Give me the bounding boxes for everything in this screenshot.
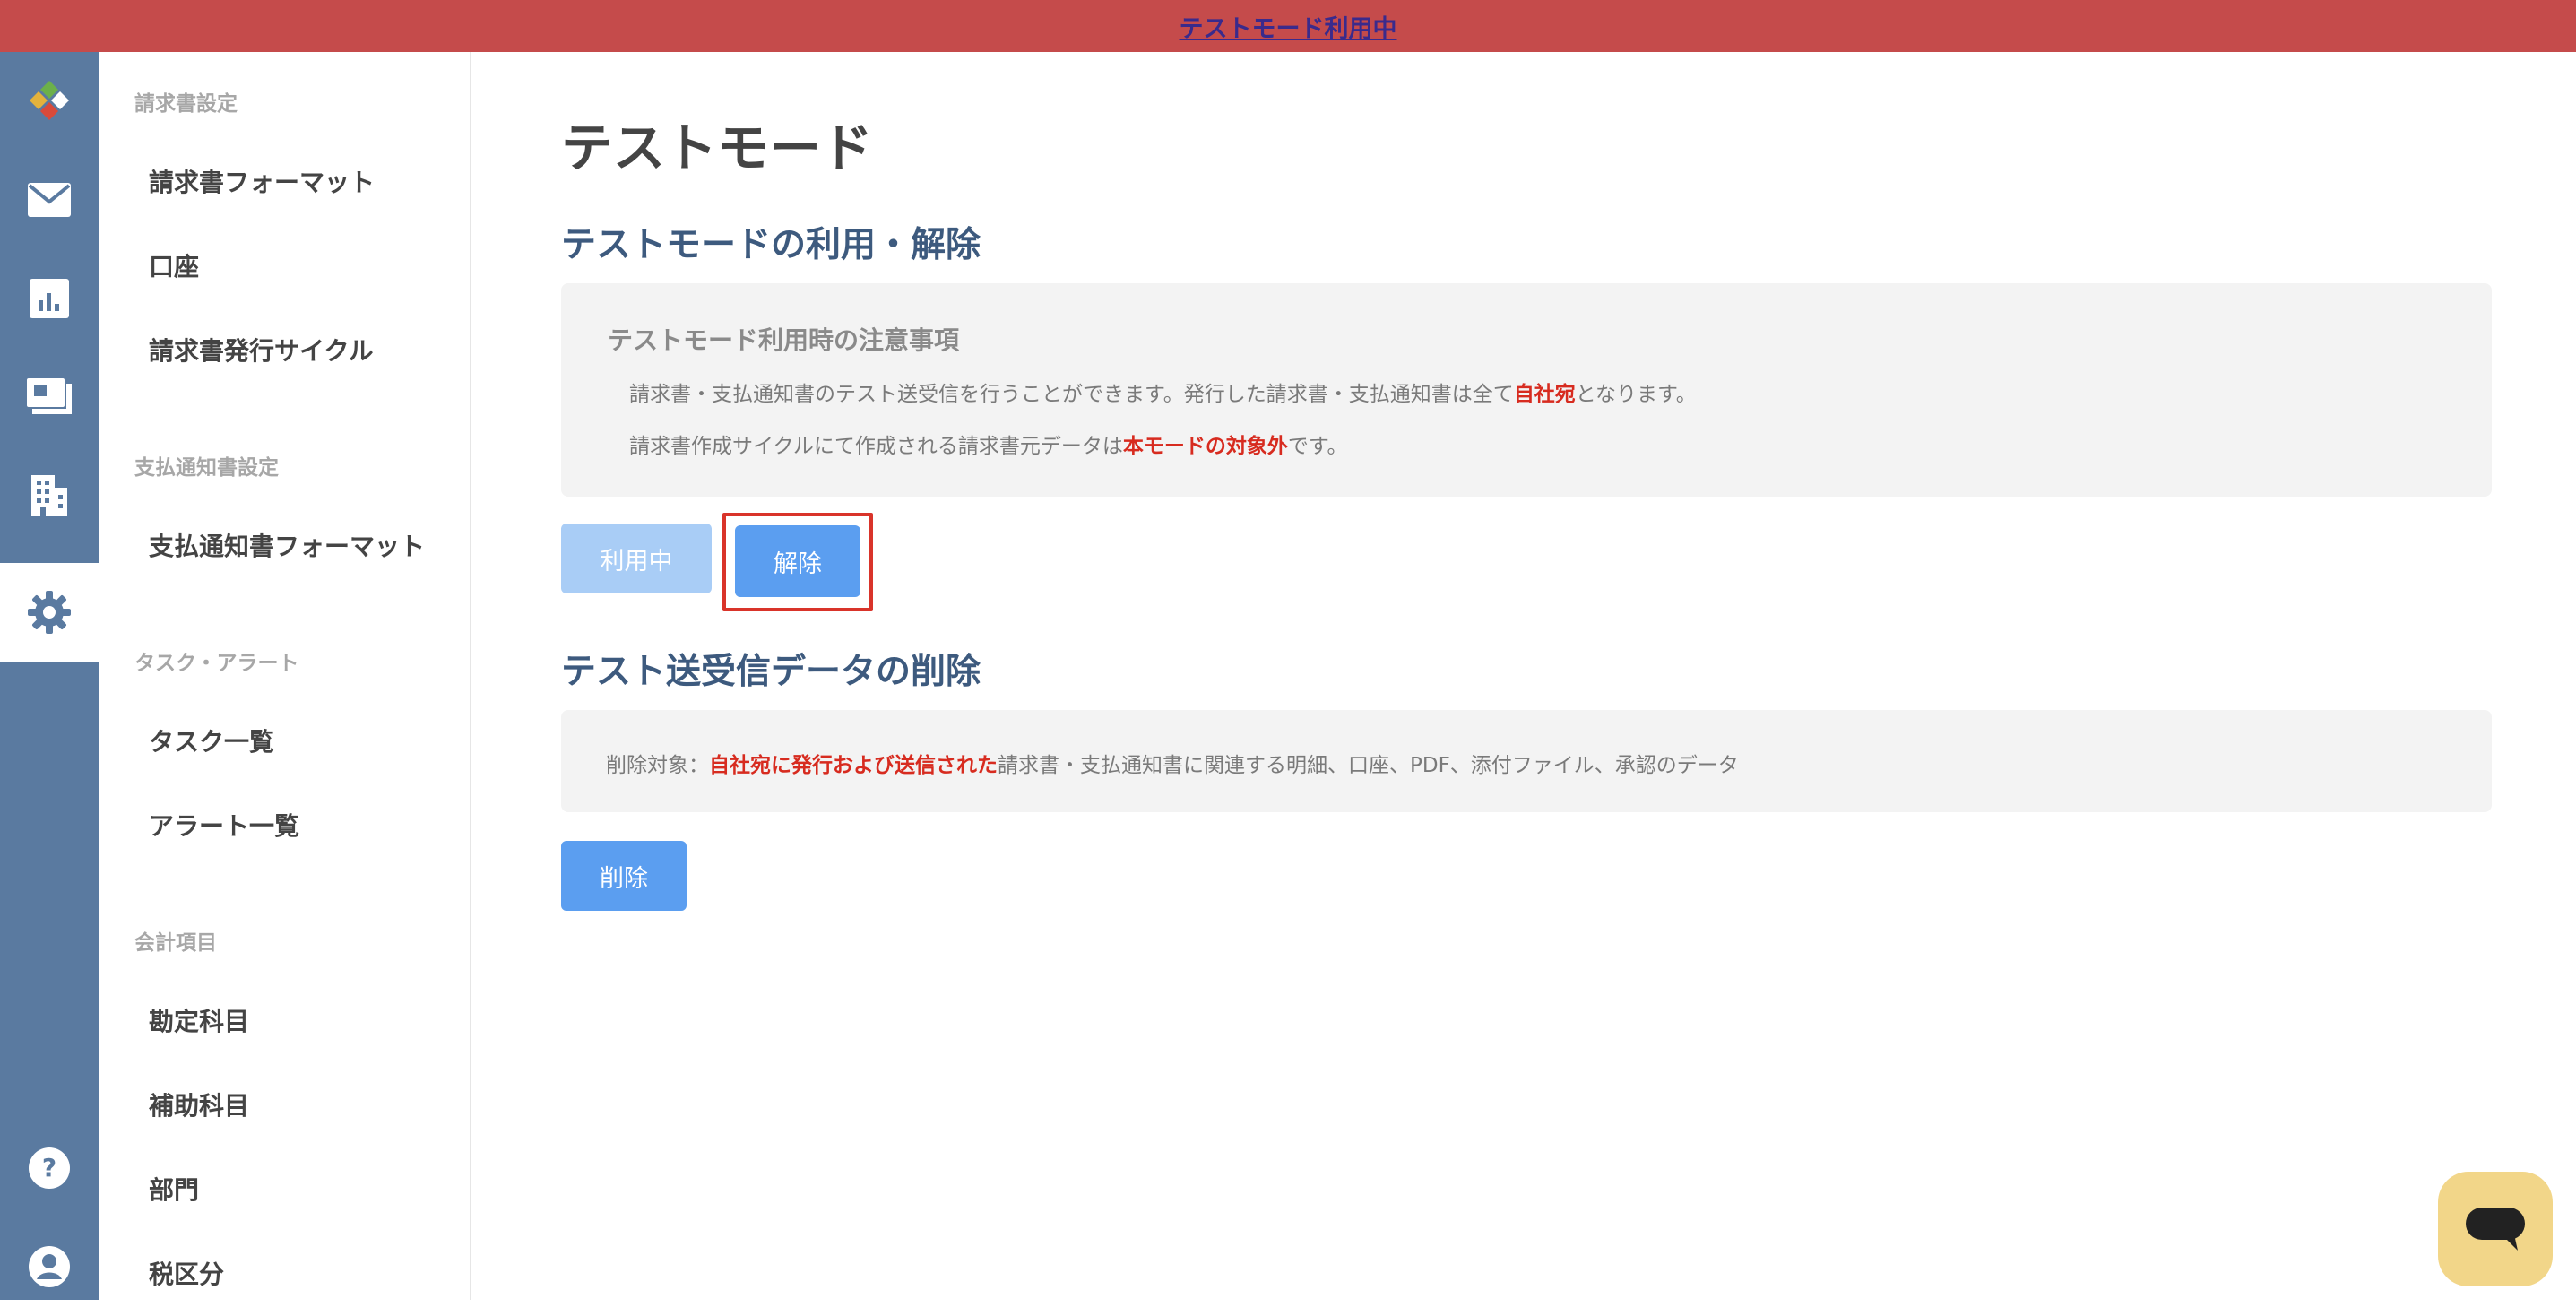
menu-item-tax-categories[interactable]: 税区分 — [149, 1255, 224, 1291]
rail-item-settings[interactable] — [0, 563, 99, 662]
delete-target-panel: 削除対象：自社宛に発行および送信された請求書・支払通知書に関連する明細、口座、P… — [561, 710, 2492, 812]
gear-icon — [28, 591, 71, 634]
mail-icon — [28, 183, 71, 217]
menu-item-task-list[interactable]: タスク一覧 — [149, 723, 274, 758]
invoice-icon — [27, 378, 72, 414]
menu-section-tasks-alerts: タスク・アラート — [134, 652, 299, 675]
notice-line-1-emphasis: 自社宛 — [1513, 383, 1576, 406]
release-button[interactable]: 解除 — [735, 525, 860, 597]
test-mode-banner-link[interactable]: テストモード利用中 — [1180, 9, 1397, 44]
notice-line-1-end: となります。 — [1575, 383, 1697, 406]
notice-line-2-end: です。 — [1287, 435, 1348, 458]
section-heading-delete-test-data: テスト送受信データの削除 — [561, 652, 981, 692]
notice-line-1: 請求書・支払通知書のテスト送受信を行うことができます。発行した請求書・支払通知書… — [629, 377, 1697, 407]
in-use-button: 利用中 — [561, 524, 712, 593]
notice-line-2: 請求書作成サイクルにて作成される請求書元データは本モードの対象外です。 — [629, 429, 1348, 459]
chat-launcher-button[interactable] — [2438, 1172, 2553, 1286]
sidebar-rail: ? — [0, 52, 99, 1300]
chart-icon — [30, 279, 69, 318]
test-mode-banner: テストモード利用中 — [0, 0, 2576, 52]
settings-menu: 請求書設定 請求書フォーマット 口座 請求書発行サイクル 支払通知書設定 支払通… — [99, 52, 471, 1300]
rail-item-invoices[interactable] — [0, 348, 99, 446]
menu-item-bank-account[interactable]: 口座 — [149, 247, 199, 283]
rail-item-reports[interactable] — [0, 249, 99, 348]
delete-button[interactable]: 削除 — [561, 841, 687, 911]
menu-item-alert-list[interactable]: アラート一覧 — [149, 807, 299, 843]
rail-item-help[interactable]: ? — [0, 1119, 99, 1217]
delete-target-emphasis: 自社宛に発行および送信された — [709, 754, 998, 777]
delete-target-detail: 請求書・支払通知書に関連する明細、口座、PDF、添付ファイル、承認のデータ — [998, 754, 1739, 777]
menu-section-payment-notice-settings: 支払通知書設定 — [134, 456, 279, 480]
menu-section-invoice-settings: 請求書設定 — [134, 92, 238, 116]
menu-item-departments[interactable]: 部門 — [149, 1171, 199, 1207]
main-content: テストモード テストモードの利用・解除 テストモード利用時の注意事項 請求書・支… — [471, 52, 2576, 1300]
menu-item-payment-notice-format[interactable]: 支払通知書フォーマット — [149, 527, 425, 563]
chat-icon — [2466, 1208, 2525, 1251]
notice-line-2-text: 請求書作成サイクルにて作成される請求書元データは — [629, 435, 1123, 458]
menu-item-invoice-cycle[interactable]: 請求書発行サイクル — [149, 332, 374, 368]
test-mode-notice-panel: テストモード利用時の注意事項 請求書・支払通知書のテスト送受信を行うことができま… — [561, 283, 2492, 497]
logo-icon — [30, 81, 69, 120]
help-icon: ? — [29, 1147, 70, 1189]
notice-line-1-text: 請求書・支払通知書のテスト送受信を行うことができます。発行した請求書・支払通知書… — [629, 383, 1514, 406]
notice-line-2-emphasis: 本モードの対象外 — [1122, 435, 1288, 458]
menu-item-invoice-format[interactable]: 請求書フォーマット — [149, 163, 375, 199]
rail-item-company[interactable] — [0, 446, 99, 545]
menu-item-account-titles[interactable]: 勘定科目 — [149, 1002, 249, 1038]
page-title: テストモード — [561, 117, 874, 178]
svg-text:?: ? — [42, 1153, 56, 1182]
building-icon — [31, 475, 67, 516]
menu-section-accounting: 会計項目 — [134, 931, 217, 955]
rail-item-account[interactable] — [0, 1217, 99, 1316]
menu-item-sub-accounts[interactable]: 補助科目 — [149, 1087, 249, 1122]
section-heading-test-mode: テストモードの利用・解除 — [561, 225, 981, 265]
notice-title: テストモード利用時の注意事項 — [608, 325, 960, 355]
app-logo[interactable] — [0, 52, 99, 151]
rail-item-mail[interactable] — [0, 151, 99, 249]
user-icon — [29, 1246, 70, 1287]
delete-target-line: 削除対象：自社宛に発行および送信された請求書・支払通知書に関連する明細、口座、P… — [606, 748, 1739, 778]
delete-target-label: 削除対象： — [606, 754, 709, 777]
